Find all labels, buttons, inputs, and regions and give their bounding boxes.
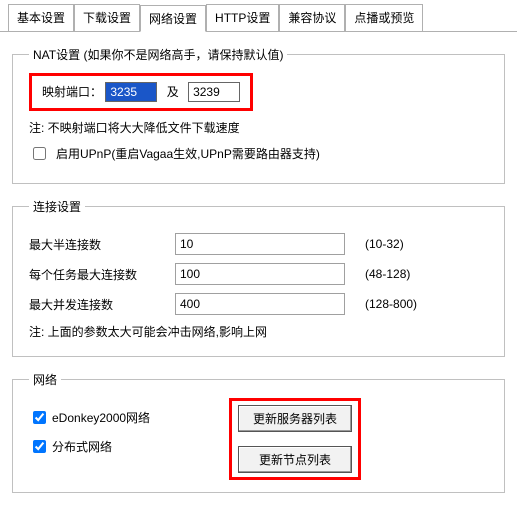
- distributed-checkbox[interactable]: [33, 440, 46, 453]
- tab-network[interactable]: 网络设置: [140, 5, 206, 32]
- tab-basic[interactable]: 基本设置: [8, 4, 74, 31]
- nat-legend: NAT设置 (如果你不是网络高手，请保持默认值): [29, 46, 287, 63]
- port2-input[interactable]: [188, 82, 240, 102]
- port-and: 及: [167, 85, 179, 99]
- edonkey-label: eDonkey2000网络: [52, 409, 202, 426]
- port-label: 映射端口：: [42, 85, 102, 99]
- port-highlight: 映射端口： 及: [29, 73, 253, 111]
- upnp-label: 启用UPnP(重启Vagaa生效,UPnP需要路由器支持): [56, 145, 320, 162]
- tab-compat[interactable]: 兼容协议: [279, 4, 345, 31]
- pertask-input[interactable]: [175, 263, 345, 285]
- concurrent-range: (128-800): [365, 297, 417, 311]
- nat-group: NAT设置 (如果你不是网络高手，请保持默认值) 映射端口： 及 注: 不映射端…: [12, 46, 505, 184]
- concurrent-input[interactable]: [175, 293, 345, 315]
- conn-legend: 连接设置: [29, 198, 85, 215]
- conn-note: 注: 上面的参数太大可能会冲击网络,影响上网: [29, 323, 488, 340]
- half-label: 最大半连接数: [29, 236, 169, 253]
- tab-content: NAT设置 (如果你不是网络高手，请保持默认值) 映射端口： 及 注: 不映射端…: [0, 32, 517, 515]
- tab-vod[interactable]: 点播或预览: [345, 4, 423, 31]
- half-range: (10-32): [365, 237, 404, 251]
- nat-note: 注: 不映射端口将大大降低文件下载速度: [29, 119, 488, 136]
- pertask-range: (48-128): [365, 267, 410, 281]
- distributed-label: 分布式网络: [52, 438, 202, 455]
- pertask-label: 每个任务最大连接数: [29, 266, 169, 283]
- net-legend: 网络: [29, 371, 61, 388]
- half-input[interactable]: [175, 233, 345, 255]
- net-group: 网络 eDonkey2000网络 分布式网络 更新服务器列表 更新节点列表: [12, 371, 505, 493]
- tab-download[interactable]: 下载设置: [74, 4, 140, 31]
- update-servers-button[interactable]: 更新服务器列表: [238, 405, 352, 432]
- port1-input[interactable]: [105, 82, 157, 102]
- settings-tabs: 基本设置 下载设置 网络设置 HTTP设置 兼容协议 点播或预览: [0, 0, 517, 32]
- edonkey-checkbox[interactable]: [33, 411, 46, 424]
- concurrent-label: 最大并发连接数: [29, 296, 169, 313]
- update-nodes-button[interactable]: 更新节点列表: [238, 446, 352, 473]
- tab-http[interactable]: HTTP设置: [206, 4, 279, 31]
- update-buttons-highlight: 更新服务器列表 更新节点列表: [229, 398, 361, 480]
- conn-group: 连接设置 最大半连接数 (10-32) 每个任务最大连接数 (48-128) 最…: [12, 198, 505, 357]
- upnp-checkbox[interactable]: [33, 147, 46, 160]
